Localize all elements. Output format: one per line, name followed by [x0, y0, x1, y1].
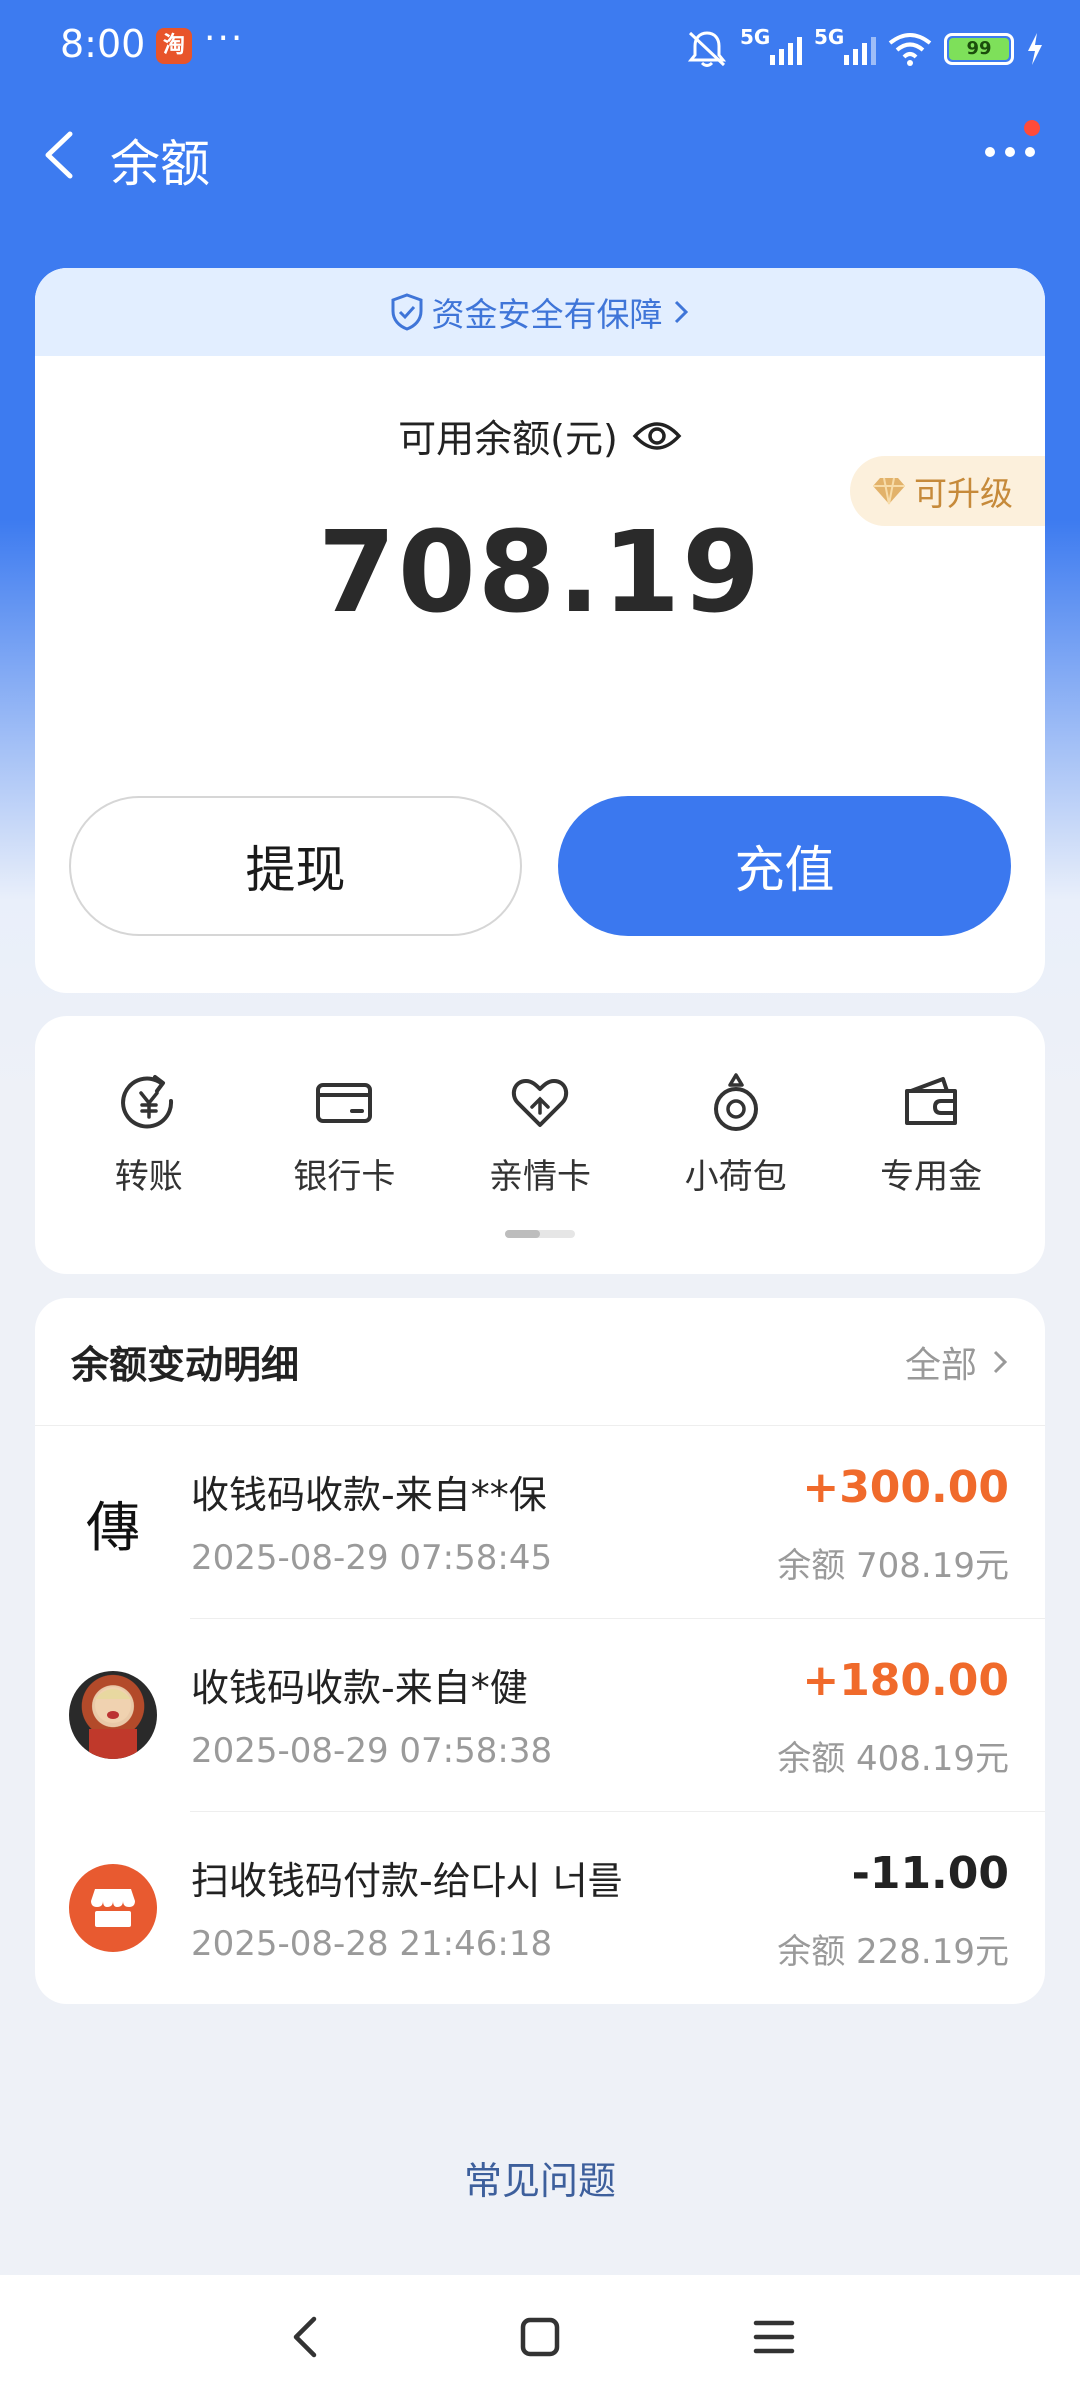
chevron-right-icon — [674, 300, 688, 324]
safety-banner-text: 资金安全有保障 — [431, 295, 663, 334]
service-label: 亲情卡 — [488, 1157, 591, 1197]
family-card-icon — [511, 1079, 569, 1127]
service-transfer[interactable]: 转账 — [51, 1071, 247, 1198]
status-time: 8:00 — [60, 22, 146, 66]
transaction-name: 收钱码收款-来自**保 — [191, 1473, 547, 1517]
withdraw-button[interactable]: 提现 — [69, 796, 522, 936]
transaction-balance: 余额 708.19元 — [777, 1546, 1009, 1586]
service-bank-card[interactable]: 银行卡 — [247, 1071, 443, 1198]
service-label: 专用金 — [880, 1157, 983, 1197]
signal-2-icon: 5G — [814, 25, 876, 65]
view-all-link[interactable]: 全部 — [905, 1336, 1009, 1388]
more-options-icon[interactable] — [980, 132, 1040, 172]
status-bar: 8:00 淘 ··· 5G 5G 99 — [0, 0, 1080, 100]
system-back-icon[interactable] — [282, 2313, 330, 2361]
status-icons: 5G 5G 99 — [686, 24, 1044, 74]
avatar-calligraphy: 傳 — [86, 1495, 140, 1559]
wifi-icon — [888, 33, 932, 66]
avatar — [69, 1864, 157, 1952]
system-menu-icon[interactable] — [750, 2313, 798, 2361]
transactions-title: 余额变动明细 — [71, 1343, 300, 1387]
transaction-amount: +300.00 — [802, 1462, 1009, 1513]
service-label: 小荷包 — [684, 1157, 787, 1197]
top-nav: 余额 — [0, 110, 1080, 200]
service-label: 转账 — [114, 1157, 183, 1197]
service-family-card[interactable]: 亲情卡 — [442, 1071, 638, 1198]
transactions-header: 余额变动明细 全部 — [35, 1298, 1045, 1426]
transaction-name: 扫收钱码付款-给다시 너를 — [191, 1859, 623, 1903]
page-title: 余额 — [110, 135, 210, 193]
small-purse-icon — [713, 1073, 758, 1131]
balance-card: 资金安全有保障 可用余额(元) 可升级 708.19 提现 充值 — [35, 268, 1045, 993]
transaction-row[interactable]: 傳 收钱码收款-来自**保 2025-08-29 07:58:45 +300.0… — [35, 1426, 1045, 1619]
taobao-notification-icon: 淘 — [156, 28, 192, 64]
transaction-row[interactable]: 收钱码收款-来自*健 2025-08-29 07:58:38 +180.00 余… — [35, 1619, 1045, 1812]
transfer-icon — [120, 1075, 173, 1129]
service-small-purse[interactable]: 小荷包 — [638, 1071, 834, 1198]
avatar: 傳 — [69, 1478, 157, 1566]
bank-card-icon — [316, 1083, 373, 1123]
balance-amount: 708.19 — [317, 508, 763, 638]
mute-icon — [687, 31, 727, 67]
service-label: 银行卡 — [293, 1157, 396, 1197]
transaction-balance: 余额 408.19元 — [777, 1739, 1009, 1779]
transactions-card: 余额变动明细 全部 傳 收钱码收款-来自**保 2025-08-29 07:58… — [35, 1298, 1045, 2004]
signal-1-icon: 5G — [740, 25, 802, 65]
shop-icon — [91, 1889, 135, 1927]
services-card: 转账 银行卡 亲情卡 小荷包 专用金 — [35, 1016, 1045, 1274]
special-fund-icon — [905, 1077, 958, 1125]
transaction-row[interactable]: 扫收钱码付款-给다시 너를 2025-08-28 21:46:18 -11.00… — [35, 1812, 1045, 2004]
service-special-fund[interactable]: 专用金 — [833, 1071, 1029, 1198]
transaction-balance: 余额 228.19元 — [777, 1932, 1009, 1972]
transaction-name: 收钱码收款-来自*健 — [191, 1666, 528, 1710]
system-home-icon[interactable] — [516, 2313, 564, 2361]
available-balance-label: 可用余额(元) — [398, 417, 618, 461]
transaction-amount: -11.00 — [851, 1848, 1009, 1899]
more-notifications-icon: ··· — [204, 18, 245, 59]
back-icon[interactable] — [28, 120, 98, 190]
notification-dot — [1024, 120, 1040, 136]
transaction-amount: +180.00 — [802, 1655, 1009, 1706]
transaction-time: 2025-08-29 07:58:45 — [191, 1538, 553, 1578]
safety-banner[interactable]: 资金安全有保障 — [35, 268, 1045, 356]
chevron-right-icon — [993, 1350, 1008, 1373]
system-nav-bar — [0, 2275, 1080, 2400]
avatar — [69, 1671, 157, 1759]
services-page-indicator — [505, 1230, 575, 1238]
diamond-icon — [873, 477, 905, 505]
charging-icon — [1028, 33, 1042, 65]
transaction-time: 2025-08-28 21:46:18 — [191, 1924, 553, 1964]
balance-label-row: 可用余额(元) — [35, 408, 1045, 463]
child-photo-avatar — [89, 1687, 137, 1759]
shield-check-icon — [391, 293, 422, 331]
recharge-button[interactable]: 充值 — [558, 796, 1011, 936]
eye-icon[interactable] — [632, 418, 682, 454]
transaction-time: 2025-08-29 07:58:38 — [191, 1731, 553, 1771]
faq-link[interactable]: 常见问题 — [0, 2150, 1080, 2205]
battery-icon: 99 — [944, 33, 1014, 65]
